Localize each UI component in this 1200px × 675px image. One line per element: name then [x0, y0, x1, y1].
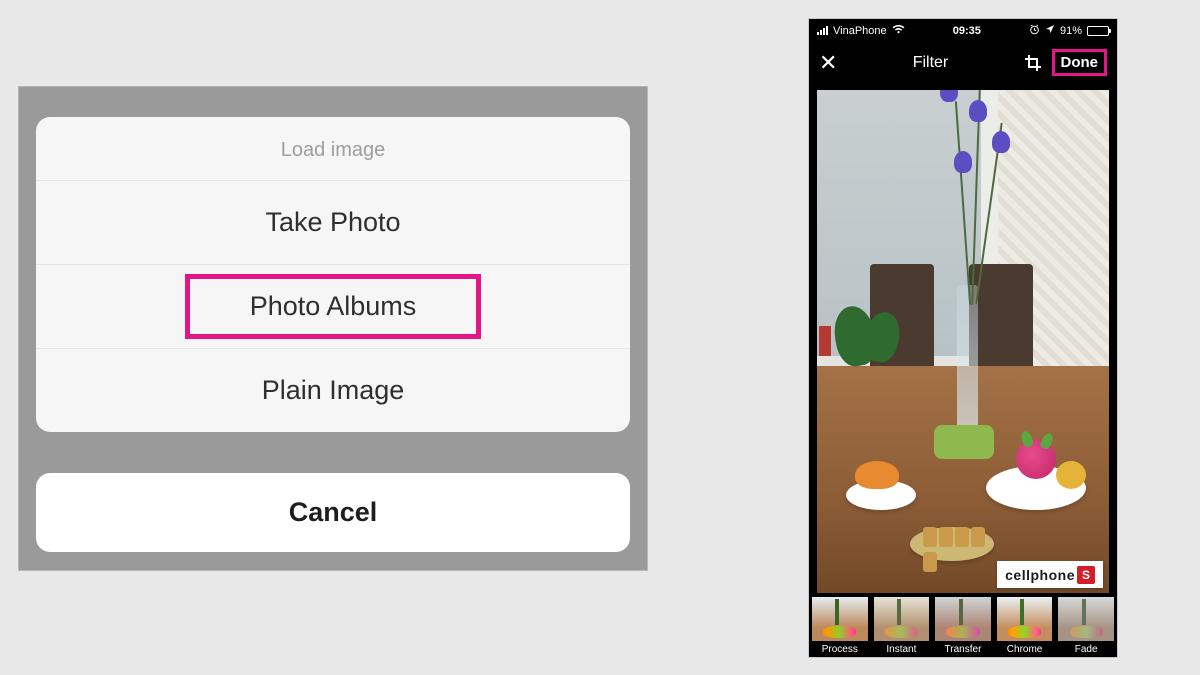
- sheet-item-take-photo[interactable]: Take Photo: [36, 181, 630, 265]
- filter-fade[interactable]: Fade: [1055, 597, 1117, 655]
- status-right: 91%: [1029, 24, 1109, 38]
- status-bar: VinaPhone 09:35 91%: [809, 19, 1117, 41]
- status-time: 09:35: [953, 25, 981, 37]
- sheet-item-label: Photo Albums: [250, 291, 417, 321]
- crop-icon[interactable]: [1024, 54, 1042, 72]
- filter-thumb: [874, 597, 929, 641]
- filter-thumb: [812, 597, 867, 641]
- phone-screen: VinaPhone 09:35 91% ✕ Filter Done: [808, 18, 1118, 658]
- watermark-badge: S: [1077, 566, 1095, 584]
- battery-pct: 91%: [1060, 25, 1082, 37]
- cancel-label: Cancel: [289, 497, 378, 527]
- filter-label: Chrome: [994, 644, 1056, 655]
- sheet-item-plain-image[interactable]: Plain Image: [36, 349, 630, 432]
- wifi-icon: [892, 24, 905, 37]
- action-sheet: Load image Take Photo Photo Albums Plain…: [36, 117, 630, 432]
- filter-label: Instant: [871, 644, 933, 655]
- action-sheet-panel: Load image Take Photo Photo Albums Plain…: [18, 86, 648, 571]
- filter-process[interactable]: Process: [809, 597, 871, 655]
- close-icon[interactable]: ✕: [819, 54, 837, 72]
- cancel-button[interactable]: Cancel: [36, 473, 630, 552]
- filter-label: Process: [809, 644, 871, 655]
- filter-label: Transfer: [932, 644, 994, 655]
- watermark-text: cellphone: [1005, 567, 1075, 583]
- filter-instant[interactable]: Instant: [871, 597, 933, 655]
- nav-title: Filter: [913, 54, 949, 72]
- done-button[interactable]: Done: [1052, 49, 1108, 76]
- location-icon: [1045, 24, 1055, 37]
- alarm-icon: [1029, 24, 1040, 38]
- battery-icon: [1087, 26, 1109, 36]
- status-left: VinaPhone: [817, 24, 905, 37]
- sheet-item-photo-albums[interactable]: Photo Albums: [36, 265, 630, 349]
- filter-chrome[interactable]: Chrome: [994, 597, 1056, 655]
- filter-thumb: [997, 597, 1052, 641]
- signal-icon: [817, 26, 828, 35]
- photo-preview[interactable]: cellphone S: [817, 90, 1109, 602]
- nav-bar: ✕ Filter Done: [809, 41, 1117, 86]
- filter-label: Fade: [1055, 644, 1117, 655]
- carrier-label: VinaPhone: [833, 25, 887, 37]
- watermark: cellphone S: [997, 561, 1103, 588]
- sheet-item-label: Plain Image: [262, 375, 405, 405]
- filter-transfer[interactable]: Transfer: [932, 597, 994, 655]
- sheet-title: Load image: [36, 117, 630, 181]
- filter-strip[interactable]: Process Instant Transfer Chrome Fade: [809, 593, 1117, 657]
- filter-thumb: [1058, 597, 1113, 641]
- filter-thumb: [935, 597, 990, 641]
- sheet-item-label: Take Photo: [265, 207, 400, 237]
